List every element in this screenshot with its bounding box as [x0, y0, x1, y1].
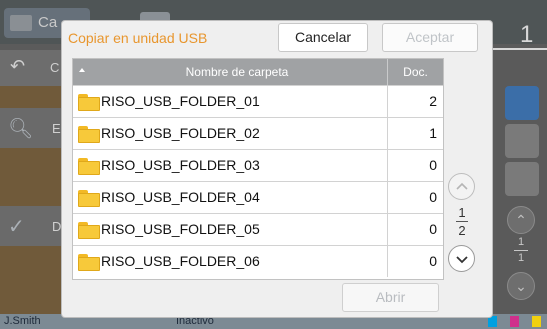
folder-icon: [78, 94, 100, 111]
doc-count: 0: [429, 157, 437, 173]
background-row-label: D: [52, 219, 62, 234]
doc-count: 0: [429, 221, 437, 237]
column-header-folder-name[interactable]: Nombre de carpeta: [87, 59, 387, 85]
sort-ascending-icon[interactable]: [79, 68, 85, 72]
doc-count: 1: [429, 125, 437, 141]
table-row[interactable]: RISO_USB_FOLDER_06 0: [73, 245, 443, 277]
cyan-ink-icon: [488, 316, 497, 327]
folder-icon: [78, 126, 100, 143]
back-icon: ↶: [10, 56, 26, 76]
background-page-underline: [488, 48, 547, 50]
background-row-label: E: [52, 121, 61, 136]
folder-name: RISO_USB_FOLDER_01: [101, 93, 260, 109]
magenta-ink-icon: [510, 316, 519, 327]
folder-name: RISO_USB_FOLDER_04: [101, 189, 260, 205]
table-row[interactable]: RISO_USB_FOLDER_03 0: [73, 149, 443, 181]
accept-button[interactable]: Aceptar: [382, 23, 478, 52]
folder-icon: [78, 254, 100, 271]
table-header: Nombre de carpeta Doc.: [73, 59, 443, 85]
folder-icon: [10, 15, 32, 31]
background-card-title-text: Ca: [38, 14, 58, 31]
background-page-up-icon: ⌃: [507, 206, 535, 234]
page-down-button[interactable]: [448, 245, 475, 272]
folder-name: RISO_USB_FOLDER_06: [101, 253, 260, 269]
background-toolbar-label: C: [50, 60, 60, 75]
folder-name: RISO_USB_FOLDER_03: [101, 157, 260, 173]
dialog-title: Copiar en unidad USB: [68, 30, 208, 46]
background-list-row: ✓ D: [0, 206, 66, 246]
page-up-button[interactable]: [448, 173, 475, 200]
more-options-icon: [505, 162, 539, 196]
table-row[interactable]: RISO_USB_FOLDER_02 1: [73, 117, 443, 149]
column-header-docs[interactable]: Doc.: [388, 59, 443, 85]
folder-name: RISO_USB_FOLDER_02: [101, 125, 260, 141]
doc-count: 0: [429, 253, 437, 269]
open-button[interactable]: Abrir: [342, 283, 439, 312]
cancel-button[interactable]: Cancelar: [278, 23, 368, 52]
status-user: J.Smith: [4, 315, 41, 327]
folder-icon: [78, 158, 100, 175]
background-list-row: 🔍︎ E: [0, 108, 66, 148]
thumbnail-view-icon: [505, 86, 539, 120]
background-page-indicator: 1: [520, 21, 534, 48]
page-fraction: 1 2: [450, 205, 474, 238]
table-row[interactable]: RISO_USB_FOLDER_05 0: [73, 213, 443, 245]
background-page-down-icon: ⌄: [507, 272, 535, 300]
copy-to-usb-dialog: Copiar en unidad USB Cancelar Aceptar No…: [62, 21, 492, 317]
background-page-fraction: 1 1: [514, 236, 528, 265]
background-toolbar: ↶ C: [0, 50, 66, 86]
check-search-icon: ✓: [8, 216, 25, 238]
page-total: 2: [458, 223, 466, 238]
folder-table: Nombre de carpeta Doc. RISO_USB_FOLDER_0…: [72, 58, 444, 280]
chevron-up-icon: [456, 182, 468, 190]
doc-count: 0: [429, 189, 437, 205]
chevron-down-icon: [456, 256, 468, 264]
search-icon: 🔍︎: [8, 118, 34, 140]
list-view-icon: [505, 124, 539, 158]
folder-icon: [78, 190, 100, 207]
table-row[interactable]: RISO_USB_FOLDER_04 0: [73, 181, 443, 213]
table-row[interactable]: RISO_USB_FOLDER_01 2: [73, 85, 443, 117]
page-current: 1: [458, 205, 466, 220]
folder-icon: [78, 222, 100, 239]
yellow-ink-icon: [532, 316, 541, 327]
folder-name: RISO_USB_FOLDER_05: [101, 221, 260, 237]
doc-count: 2: [429, 93, 437, 109]
